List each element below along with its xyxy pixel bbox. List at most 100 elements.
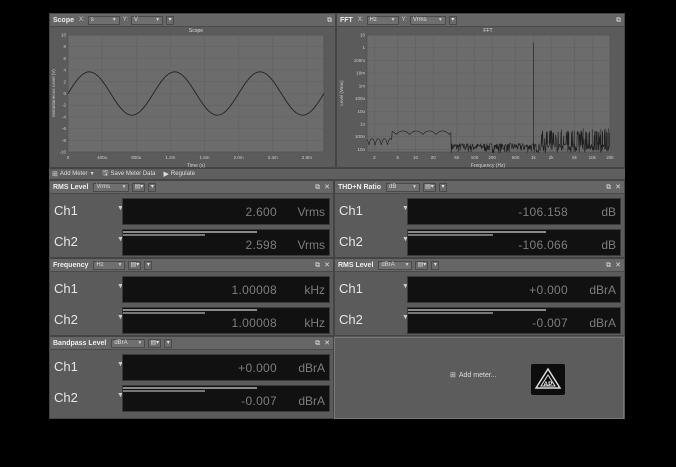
add-meter-area[interactable]: ⊞ Add meter... [334, 337, 624, 419]
meter-panel-thdn: THD+N Ratio dB ▼ ▤▾ ▾ ⧉ ✕ Ch1 ▼ -106.158 d… [334, 180, 625, 258]
fft-x-unit-select[interactable]: Hz ▼ [366, 15, 399, 25]
popout-icon[interactable]: ⧉ [315, 259, 320, 272]
fft-y-tick-label: 10u [357, 109, 365, 114]
add-meter-link[interactable]: ⊞ Add meter... [450, 371, 497, 380]
scope-x-tick-label: 2.8m [302, 155, 312, 160]
popout-icon[interactable]: ⧉ [315, 181, 320, 194]
meter-readout: -0.007 dBrA [407, 307, 621, 334]
add-meter-button[interactable]: ⊞ Add Meter ▼ [52, 170, 95, 178]
meter-settings-icon[interactable]: ▾ [148, 182, 157, 192]
meter-value: -106.158 [518, 205, 568, 219]
popout-icon[interactable]: ⧉ [606, 259, 611, 272]
fft-x-tag: X: [357, 16, 364, 23]
channel-label: Ch1 [339, 203, 363, 218]
channel-label: Ch1 [54, 359, 78, 374]
scope-y-tick-label: 8 [63, 44, 66, 49]
meter-unit-select[interactable]: dBrA ▼ [111, 338, 146, 348]
meter-unit-select[interactable]: dBrA ▼ [378, 260, 413, 270]
fft-plot-area [366, 34, 611, 153]
save-meter-data-button[interactable]: 🖫 Save Meter Data [103, 169, 156, 180]
regulate-button[interactable]: ▶ Regulate [164, 170, 195, 178]
channel-label: Ch1 [54, 281, 78, 296]
scope-x-unit-select[interactable]: s ▼ [87, 15, 120, 25]
fft-y-tick-label: 10m [356, 71, 365, 76]
meter-options-icon[interactable]: ▤▾ [128, 260, 142, 270]
close-icon[interactable]: ✕ [615, 181, 621, 194]
meter-unit: kHz [304, 316, 325, 330]
chevron-down-icon: ▼ [390, 16, 396, 23]
app-window: Scope X: s ▼ Y: V ▼ ▾ ⧉ Scope 10 8 6 4 2 0 -2 -4-… [49, 13, 625, 419]
close-icon[interactable]: ✕ [324, 259, 330, 272]
chevron-down-icon: ▼ [121, 183, 127, 190]
close-icon[interactable]: ✕ [324, 181, 330, 194]
popout-icon[interactable]: ⧉ [315, 337, 320, 350]
channel-label: Ch2 [339, 312, 363, 327]
meter-value: -0.007 [241, 394, 277, 408]
chevron-down-icon: ▼ [412, 183, 417, 190]
meter-options-icon[interactable]: ▤▾ [148, 338, 162, 348]
fft-panel: FFT X: Hz ▼ Y: Vrms ▼ ▾ ⧉ FFT 10 1 100m 10m 1m… [336, 13, 625, 169]
close-icon[interactable]: ✕ [615, 259, 621, 272]
meter-value: +0.000 [529, 283, 568, 297]
scope-y-ticks: 10 8 6 4 2 0 -2 -4 -6 -8 -10 [59, 33, 66, 155]
meter-channel-row-ch2: Ch2 ▼ 1.00008 kHz [50, 305, 333, 336]
meter-settings-icon[interactable]: ▾ [144, 260, 153, 270]
meter-readout: 2.600 Vrms [122, 198, 330, 225]
meter-options-icon[interactable]: ▤▾ [415, 260, 429, 270]
fft-settings-icon[interactable]: ▾ [448, 15, 457, 25]
meter-options-icon[interactable]: ▤▾ [132, 182, 146, 192]
fft-chart-title: FFT [483, 28, 492, 34]
scope-x-tag: X: [79, 16, 85, 23]
meter-readout: +0.000 dBrA [122, 354, 330, 381]
fft-y-unit-select[interactable]: Vrms ▼ [409, 15, 446, 25]
meter-title: THD+N Ratio [338, 183, 381, 191]
popout-icon[interactable]: ⧉ [327, 14, 332, 27]
meter-readout: 1.00008 kHz [122, 307, 330, 334]
fft-y-tick-label: 1m [359, 83, 366, 88]
fft-y-tick-label: 10 [360, 33, 366, 38]
meter-settings-icon[interactable]: ▾ [164, 338, 173, 348]
meter-title: Frequency [53, 261, 89, 269]
meter-options-icon[interactable]: ▤▾ [422, 182, 436, 192]
meter-unit-select[interactable]: Vrms ▼ [93, 182, 130, 192]
meter-header: RMS Level Vrms ▼ ▤▾ ▾ ⧉ ✕ [50, 181, 333, 194]
scope-ylabel: Instantaneous Level (V) [51, 69, 56, 117]
meter-value: 2.600 [245, 205, 277, 219]
meter-channel-row-ch1: Ch1 ▼ 1.00008 kHz [50, 274, 333, 305]
fft-x-tick-label: 200 [488, 155, 496, 160]
fft-x-tick-label: 20k [606, 155, 614, 160]
meter-header: THD+N Ratio dB ▼ ▤▾ ▾ ⧉ ✕ [335, 181, 624, 194]
meter-settings-icon[interactable]: ▾ [438, 182, 447, 192]
meter-unit-select[interactable]: Hz ▼ [93, 260, 126, 270]
meter-value: -106.066 [518, 238, 568, 252]
scope-title: Scope [53, 16, 75, 24]
channel-label: Ch1 [54, 203, 78, 218]
meter-channel-row-ch2: Ch2 ▼ 2.598 Vrms [50, 227, 333, 258]
meter-readout: +0.000 dBrA [407, 276, 621, 303]
meter-channel-row-ch1: Ch1 ▼ +0.000 dBrA [50, 352, 333, 383]
meter-channel-row-ch2: Ch2 ▼ -0.007 dBrA [335, 305, 624, 336]
meter-unit: Vrms [297, 205, 325, 219]
meter-value: -0.007 [532, 316, 568, 330]
fft-x-tick-label: 500 [512, 155, 520, 160]
scope-panel: Scope X: s ▼ Y: V ▼ ▾ ⧉ Scope 10 8 6 4 2 0 -2 -4 -… [49, 13, 336, 169]
fft-y-tick-label: 100m [354, 58, 366, 63]
ap-logo-icon: AP [534, 367, 562, 389]
scope-y-unit-select[interactable]: V ▼ [131, 15, 164, 25]
meter-unit-select[interactable]: dB ▼ [385, 182, 420, 192]
fft-x-tick-label: 20 [431, 155, 437, 160]
meter-channel-row-ch1: Ch1 ▼ +0.000 dBrA [335, 274, 624, 305]
meter-header: RMS Level dBrA ▼ ▤▾ ▾ ⧉ ✕ [335, 259, 624, 272]
popout-icon[interactable]: ⧉ [616, 14, 621, 27]
fft-y-ticks: 10 1 100m 10m 1m 100u 10u 1u 100n 10n [354, 33, 366, 152]
meter-settings-icon[interactable]: ▾ [431, 260, 440, 270]
scope-y-tick-label: 2 [63, 79, 66, 84]
scope-settings-icon[interactable]: ▾ [166, 15, 175, 25]
meter-readout: -0.007 dBrA [122, 385, 330, 412]
close-icon[interactable]: ✕ [324, 337, 330, 350]
meter-channel-row-ch1: Ch1 ▼ 2.600 Vrms [50, 196, 333, 227]
meter-title: RMS Level [53, 183, 89, 191]
chevron-down-icon: ▼ [89, 171, 95, 177]
popout-icon[interactable]: ⧉ [606, 181, 611, 194]
scope-y-tick-label: -4 [62, 114, 66, 119]
